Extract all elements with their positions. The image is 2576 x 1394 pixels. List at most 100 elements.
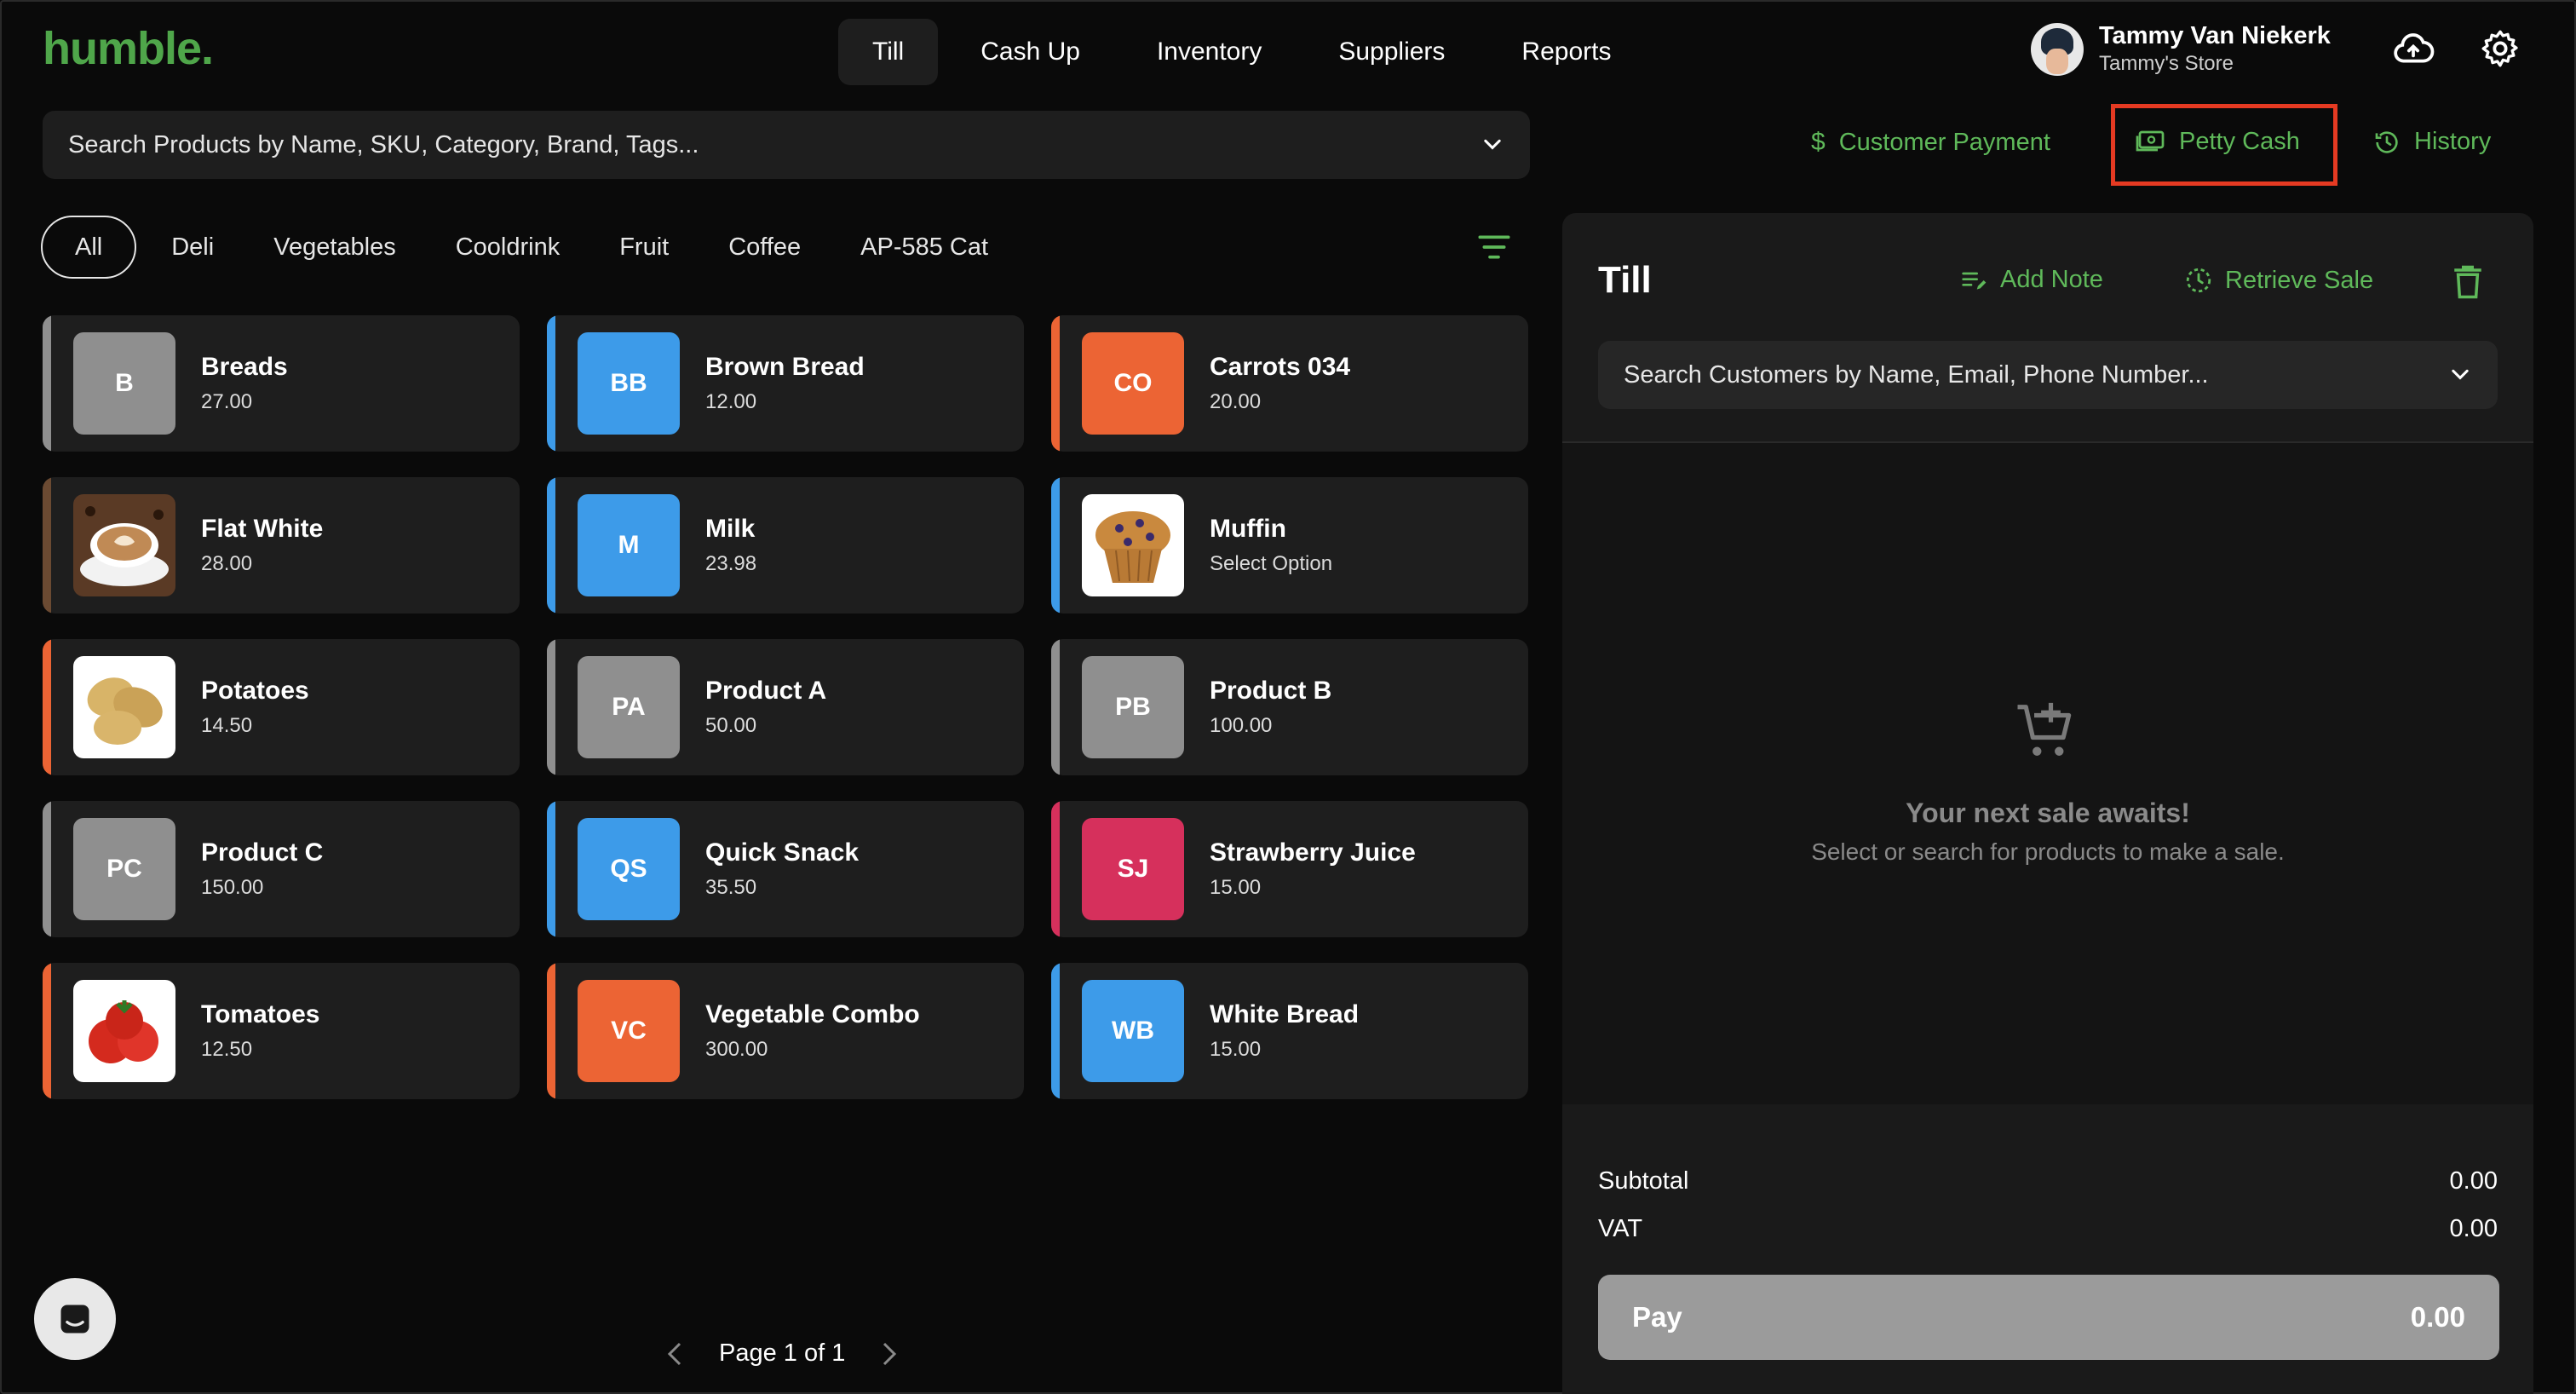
category-accent-bar [43, 963, 51, 1099]
subtotal-row: Subtotal 0.00 [1598, 1167, 2498, 1195]
brand-logo[interactable]: humble. [43, 22, 214, 75]
product-name: Product B [1210, 677, 1332, 705]
product-card-product-a[interactable]: PA Product A 50.00 [547, 639, 1024, 775]
product-initials-tile: B [73, 332, 175, 435]
category-cooldrink[interactable]: Cooldrink [426, 216, 590, 279]
category-deli[interactable]: Deli [141, 216, 244, 279]
chevron-down-icon [2452, 369, 2469, 380]
cart-add-icon [2017, 702, 2072, 756]
category-accent-bar [547, 801, 555, 937]
chevron-down-icon [1484, 139, 1501, 150]
trash-icon[interactable] [2452, 264, 2484, 300]
till-title: Till [1598, 259, 1652, 301]
product-initials-tile: VC [578, 980, 680, 1082]
tab-till[interactable]: Till [838, 19, 939, 85]
add-note-button[interactable]: Add Note [1961, 266, 2103, 294]
product-name: Tomatoes [201, 1000, 320, 1028]
product-card-product-b[interactable]: PB Product B 100.00 [1051, 639, 1528, 775]
chevron-left-icon[interactable] [664, 1341, 685, 1367]
category-coffee[interactable]: Coffee [699, 216, 831, 279]
product-price: 35.50 [705, 876, 757, 899]
chevron-right-icon[interactable] [879, 1341, 900, 1367]
product-initials-tile: WB [1082, 980, 1184, 1082]
product-card-tomatoes[interactable]: Tomatoes 12.50 [43, 963, 520, 1099]
product-card-flat-white[interactable]: Flat White 28.00 [43, 477, 520, 613]
product-card-product-c[interactable]: PC Product C 150.00 [43, 801, 520, 937]
product-grid: B Breads 27.00 BB Brown Bread 12.00 CO Carrots … [43, 315, 1528, 1099]
product-name: Carrots 034 [1210, 353, 1351, 381]
product-price: 12.50 [201, 1038, 253, 1061]
empty-title: Your next sale awaits! [1906, 798, 2190, 828]
tab-suppliers[interactable]: Suppliers [1304, 19, 1479, 85]
product-name: Muffin [1210, 515, 1286, 543]
product-initials-tile: CO [1082, 332, 1184, 435]
subtotal-value: 0.00 [2449, 1167, 2498, 1195]
tab-cash-up[interactable]: Cash Up [946, 19, 1114, 85]
product-card-carrots-034[interactable]: CO Carrots 034 20.00 [1051, 315, 1528, 452]
product-card-milk[interactable]: M Milk 23.98 [547, 477, 1024, 613]
category-accent-bar [547, 315, 555, 452]
product-card-white-bread[interactable]: WB White Bread 15.00 [1051, 963, 1528, 1099]
add-note-label: Add Note [2000, 266, 2103, 293]
tab-reports[interactable]: Reports [1487, 19, 1645, 85]
product-card-potatoes[interactable]: Potatoes 14.50 [43, 639, 520, 775]
product-price: Select Option [1210, 552, 1333, 575]
product-text: Brown Bread 12.00 [705, 353, 865, 414]
product-text: Milk 23.98 [705, 515, 756, 576]
product-price: 28.00 [201, 552, 253, 575]
product-initials-tile: PB [1082, 656, 1184, 758]
customer-search-placeholder: Search Customers by Name, Email, Phone N… [1624, 360, 2209, 389]
category-ap-585-cat[interactable]: AP-585 Cat [831, 216, 1018, 279]
category-accent-bar [43, 477, 51, 613]
product-initials-tile: SJ [1082, 818, 1184, 920]
product-initials-tile: M [578, 494, 680, 596]
product-card-quick-snack[interactable]: QS Quick Snack 35.50 [547, 801, 1024, 937]
history-icon [2375, 130, 2398, 153]
tab-inventory[interactable]: Inventory [1123, 19, 1296, 85]
category-vegetables[interactable]: Vegetables [244, 216, 426, 279]
product-card-vegetable-combo[interactable]: VC Vegetable Combo 300.00 [547, 963, 1024, 1099]
user-name: Tammy Van Niekerk [2099, 22, 2331, 49]
main-nav: Till Cash Up Inventory Suppliers Reports [838, 19, 1645, 85]
pay-amount: 0.00 [2410, 1301, 2465, 1333]
product-price: 50.00 [705, 714, 757, 737]
product-text: Product A 50.00 [705, 677, 826, 738]
product-text: Muffin Select Option [1210, 515, 1332, 576]
history-label: History [2414, 128, 2492, 155]
product-initials-tile: QS [578, 818, 680, 920]
note-icon [1962, 272, 1987, 290]
product-card-strawberry-juice[interactable]: SJ Strawberry Juice 15.00 [1051, 801, 1528, 937]
product-name: Potatoes [201, 677, 309, 705]
product-card-muffin[interactable]: Muffin Select Option [1051, 477, 1528, 613]
product-price: 12.00 [705, 390, 757, 413]
product-price: 23.98 [705, 552, 757, 575]
category-all[interactable]: All [41, 216, 137, 279]
product-search-input[interactable]: Search Products by Name, SKU, Category, … [43, 111, 1530, 179]
product-search-placeholder: Search Products by Name, SKU, Category, … [68, 130, 699, 158]
customer-search-input[interactable]: Search Customers by Name, Email, Phone N… [1598, 341, 2498, 409]
retrieve-sale-button[interactable]: Retrieve Sale [2184, 266, 2373, 295]
category-fruit[interactable]: Fruit [589, 216, 699, 279]
product-name: White Bread [1210, 1000, 1360, 1028]
product-name: Strawberry Juice [1210, 838, 1416, 867]
vat-label: VAT [1598, 1215, 1643, 1242]
product-card-breads[interactable]: B Breads 27.00 [43, 315, 520, 452]
empty-subtitle: Select or search for products to make a … [1811, 838, 2285, 865]
category-accent-bar [547, 477, 555, 613]
petty-cash-highlight [2111, 104, 2337, 186]
till-panel: Till Add Note Retrieve Sale Search Custo… [1562, 213, 2533, 1394]
sort-icon[interactable] [1477, 232, 1511, 262]
chat-launcher-button[interactable] [34, 1278, 116, 1360]
product-card-brown-bread[interactable]: BB Brown Bread 12.00 [547, 315, 1024, 452]
customer-payment-button[interactable]: $ Customer Payment [1811, 128, 2050, 157]
product-price: 15.00 [1210, 1038, 1262, 1061]
avatar [2031, 22, 2084, 76]
product-price: 27.00 [201, 390, 253, 413]
pay-button[interactable]: Pay 0.00 [1598, 1275, 2499, 1360]
category-accent-bar [547, 963, 555, 1099]
cloud-upload-icon[interactable] [2392, 27, 2435, 70]
user-menu[interactable]: Tammy Van Niekerk Tammy's Store [2031, 22, 2331, 76]
history-button[interactable]: History [2373, 128, 2491, 156]
product-text: Product B 100.00 [1210, 677, 1331, 738]
gear-icon[interactable] [2479, 27, 2521, 70]
